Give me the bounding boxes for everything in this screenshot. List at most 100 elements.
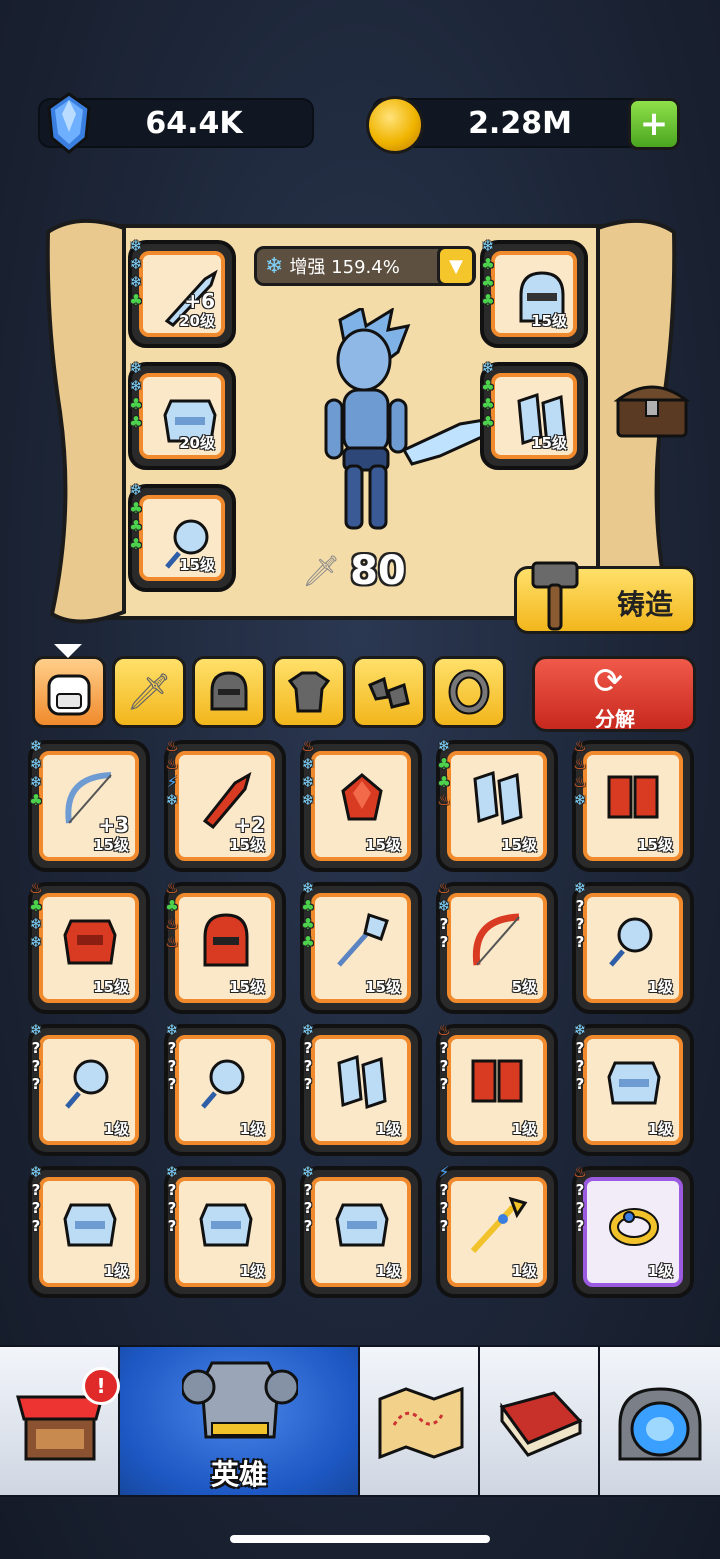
nav-hero[interactable]: 英雄 [120,1347,360,1495]
attribute-tag: ? [31,1057,41,1075]
equipped-slot-ice-armor[interactable]: 20级 ❄ ❄ ♣ ♣ [128,360,236,470]
slot-frame: 1级 [175,1177,275,1287]
item-level: 1级 [103,1120,129,1138]
dropdown-icon[interactable]: ▼ [437,246,475,286]
inventory-slot[interactable]: 15级 ❄ ♣ ♣ ♨ [434,738,558,872]
inventory-slot[interactable]: +3 15级 ❄ ❄ ❄ ♣ [28,738,150,872]
inventory-slot[interactable]: 1级 ❄??? [572,880,694,1014]
ice-staff-icon [337,913,389,967]
attribute-tags: ❄ ♣ ♣ ♣ [126,482,146,553]
tab-helmet[interactable] [192,656,266,728]
ice-armor-icon [199,1203,253,1247]
inventory-slot[interactable]: 1级 ❄??? [164,1164,286,1298]
attribute-tag: ❄ [573,1021,587,1039]
tab-armor[interactable] [272,656,346,728]
item-level: 15级 [637,836,673,854]
attribute-tag: ♨ [165,737,179,755]
attribute-tags: ♨ ♣ ❄ ❄ [26,880,46,951]
item-level: 1级 [375,1262,401,1280]
slot-frame: 1级 [175,1035,275,1145]
attribute-tag: ❄ [301,1163,315,1181]
tab-all[interactable] [32,656,106,728]
inventory-slot[interactable]: 15级 ♨ ♣ ❄ ❄ [26,880,150,1014]
inventory-slot[interactable]: 1级 ♨??? [572,1164,694,1298]
attribute-tags: ♨ ❄?? [434,880,454,951]
equipped-slot-ice-helmet[interactable]: 15级 ❄ ♣ ♣ ♣ [480,238,588,348]
attribute-tags: ❄??? [298,1164,318,1235]
attribute-tag: ? [31,1075,41,1093]
attribute-tag: ❄ [129,237,143,255]
nav-map[interactable] [360,1347,480,1495]
slot-frame: +2 15级 [175,751,275,861]
inventory-slot[interactable]: 5级 ♨ ❄?? [434,880,558,1014]
attribute-tag: ❄ [165,791,179,809]
dismantle-button[interactable]: ⟳ 分解 [532,656,696,732]
armor-icon [182,1361,298,1439]
nav-book[interactable] [480,1347,600,1495]
inventory-slot[interactable]: 1级 ❄??? [298,1164,422,1298]
attribute-tag: ? [303,1057,313,1075]
enhance-badge[interactable]: ❄ 增强 159.4% ▼ [254,246,476,286]
attribute-tag: ? [439,1039,449,1057]
inventory-slot[interactable]: 1级 ❄??? [570,1022,694,1156]
tab-ring[interactable] [432,656,506,728]
fire-crystal-icon [341,773,383,821]
item-level: 15级 [229,836,265,854]
item-level: 15级 [93,836,129,854]
tab-weapon[interactable]: 🗡 [112,656,186,728]
forge-button[interactable]: 铸造 [514,561,696,634]
coin-icon [366,96,424,154]
attribute-tag: ❄ [29,773,43,791]
attribute-tag: ? [439,1199,449,1217]
attribute-tag: ? [31,1181,41,1199]
inventory-slot[interactable]: 1级 ❄??? [28,1164,150,1298]
backpack-icon [47,674,91,716]
attribute-tag: ♨ [165,755,179,773]
equipped-slot-ice-boots[interactable]: 15级 ❄ ♣ ♣ ♣ [480,360,588,470]
nav-portal[interactable] [600,1347,720,1495]
attribute-tag: ♣ [129,413,143,431]
attribute-tag: ? [167,1057,177,1075]
attribute-tags: ❄ ♣ ♣ ♨ [434,738,454,809]
slot-frame: 15级 [447,751,547,861]
attribute-tag: ♣ [165,897,179,915]
inventory-slot[interactable]: 1级 ❄??? [28,1022,150,1156]
inventory-slot[interactable]: 1级 ❄??? [164,1022,286,1156]
attribute-tag: ❄ [437,897,451,915]
attribute-tag: ❄ [301,791,315,809]
inventory-slot[interactable]: 15级 ♨ ♨ ♨ ❄ [572,738,694,872]
inventory-slot[interactable]: 15级 ♨ ♣ ♨ ♨ [164,879,286,1014]
attribute-tag: ? [439,933,449,951]
equipped-slot-ice-rose[interactable]: 15级 ❄ ♣ ♣ ♣ [126,482,236,592]
nav-hero-label: 英雄 [210,1458,267,1491]
treasure-chest-icon[interactable] [614,374,690,440]
attribute-tag: ❄ [29,915,43,933]
attribute-tags: ❄??? [570,1022,590,1093]
attribute-tag: ? [575,933,585,951]
attribute-tag: ♨ [301,737,315,755]
attribute-tag: ♣ [481,377,495,395]
equipped-slot-ice-sword[interactable]: +6 20级 ❄ ❄ ❄ ♣ [128,237,236,348]
inventory-slot[interactable]: 15级 ♨ ❄ ❄ ❄ [300,737,422,872]
attribute-tag: ♨ [165,879,179,897]
inventory-slot[interactable]: 1级 ⚡??? [436,1164,558,1298]
inventory-slot[interactable]: 15级 ❄ ♣ ♣ ♣ [300,880,422,1014]
add-coins-button[interactable]: + [628,98,680,150]
forge-label: 铸造 [617,588,674,621]
attribute-tag: ♣ [437,755,451,773]
ice-rose-icon [201,1059,245,1109]
item-level: 15级 [93,978,129,996]
tab-boots[interactable] [352,656,426,728]
inventory-slot[interactable]: +2 15级 ♨ ♨ ⚡ ❄ [164,737,286,872]
attribute-tag: ? [31,1199,41,1217]
ice-boots-icon [337,1054,387,1110]
item-level: 1级 [647,1262,673,1280]
attribute-tag: ? [575,1199,585,1217]
inventory-slot[interactable]: 1级 ❄??? [300,1022,422,1156]
attribute-tag: ? [31,1217,41,1235]
item-level: 1级 [511,1120,537,1138]
inventory-slot[interactable]: 1级 ♨??? [436,1022,558,1156]
hammer-icon [531,561,579,631]
nav-shop[interactable]: ! [0,1347,120,1495]
attribute-tag: ♣ [481,291,495,309]
